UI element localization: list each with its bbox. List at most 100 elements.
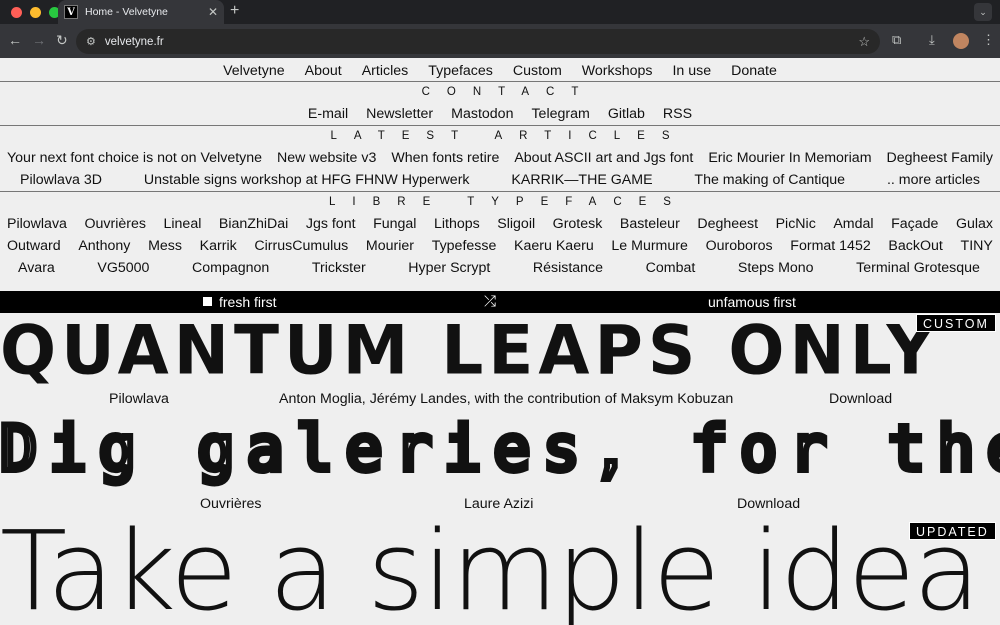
typeface-link[interactable]: Basteleur	[620, 213, 680, 235]
tab-search-icon[interactable]: ⌄	[974, 3, 992, 21]
typeface-link[interactable]: Outward	[7, 235, 61, 257]
typeface-link[interactable]: Lithops	[434, 213, 480, 235]
close-window-button[interactable]	[11, 7, 22, 18]
browser-tab[interactable]: V Home - Velvetyne ✕	[58, 0, 224, 24]
bookmark-star-icon[interactable]: ☆	[858, 34, 870, 50]
close-tab-icon[interactable]: ✕	[208, 5, 218, 19]
contact-link-email[interactable]: E-mail	[308, 103, 348, 125]
typeface-link[interactable]: BackOut	[888, 235, 942, 257]
typeface-link[interactable]: VG5000	[97, 257, 149, 279]
new-tab-icon[interactable]: +	[230, 2, 239, 20]
article-link[interactable]: Your next font choice is not on Velvetyn…	[7, 147, 262, 169]
download-link[interactable]: Download	[737, 496, 800, 512]
url-text[interactable]: velvetyne.fr	[105, 36, 858, 48]
article-link[interactable]: Eric Mourier In Memoriam	[708, 147, 871, 169]
contact-link-gitlab[interactable]: Gitlab	[608, 103, 645, 125]
typeface-link[interactable]: Terminal Grotesque	[856, 257, 980, 279]
typeface-link[interactable]: TINY	[961, 235, 993, 257]
nav-item-donate[interactable]: Donate	[731, 60, 777, 81]
typeface-link[interactable]: Degheest	[697, 213, 758, 235]
shuffle-icon[interactable]: ⤮	[484, 293, 496, 310]
typeface-link[interactable]: Steps Mono	[738, 257, 814, 279]
article-link[interactable]: Degheest Family	[886, 147, 992, 169]
specimen-authors: Laure Azizi	[464, 496, 534, 512]
typeface-link[interactable]: Ouroboros	[706, 235, 773, 257]
fresh-first-toggle[interactable]: fresh first	[203, 294, 277, 310]
contact-links: E-mail Newsletter Mastodon Telegram Gitl…	[0, 103, 1000, 126]
more-articles-link[interactable]: .. more articles	[887, 169, 980, 191]
typeface-link[interactable]: Façade	[891, 213, 938, 235]
specimen-name[interactable]: Ouvrières	[200, 496, 262, 512]
custom-badge: CUSTOM	[916, 314, 996, 332]
unfamous-first-toggle[interactable]: unfamous first	[708, 294, 796, 310]
article-link[interactable]: When fonts retire	[391, 147, 499, 169]
main-nav: Velvetyne About Articles Typefaces Custo…	[0, 58, 1000, 82]
specimen-sample-ouvrieres[interactable]: Dig galeries, for the crown !	[0, 408, 1000, 490]
specimen-authors: Anton Moglia, Jérémy Landes, with the co…	[279, 391, 734, 407]
typeface-link[interactable]: Mess	[148, 235, 182, 257]
sort-filter-bar: fresh first ⤮ unfamous first	[0, 291, 1000, 313]
nav-item-workshops[interactable]: Workshops	[582, 60, 653, 81]
window-controls	[11, 7, 60, 18]
menu-icon[interactable]: ⋮	[982, 32, 995, 48]
typeface-link[interactable]: Lineal	[164, 213, 202, 235]
site-info-icon[interactable]: ⚙	[86, 35, 96, 48]
typeface-link[interactable]: Ouvrières	[84, 213, 146, 235]
nav-item-typefaces[interactable]: Typefaces	[428, 60, 493, 81]
typeface-link[interactable]: Typefesse	[432, 235, 497, 257]
typeface-link[interactable]: Avara	[18, 257, 55, 279]
contact-link-telegram[interactable]: Telegram	[531, 103, 589, 125]
back-icon[interactable]: ←	[8, 32, 22, 48]
typeface-link[interactable]: Hyper Scrypt	[408, 257, 490, 279]
contact-link-mastodon[interactable]: Mastodon	[451, 103, 513, 125]
typeface-link[interactable]: Anthony	[78, 235, 130, 257]
minimize-window-button[interactable]	[30, 7, 41, 18]
checkbox-square-icon	[203, 297, 212, 306]
profile-avatar[interactable]	[953, 33, 969, 49]
nav-item-articles[interactable]: Articles	[362, 60, 409, 81]
browser-chrome: V Home - Velvetyne ✕ + ⌄ ← → ↻ ⚙ velvety…	[0, 0, 1000, 58]
contact-link-newsletter[interactable]: Newsletter	[366, 103, 433, 125]
typeface-link[interactable]: BianZhiDai	[219, 213, 288, 235]
typeface-link[interactable]: PicNic	[776, 213, 816, 235]
contact-heading: CONTACT	[421, 86, 596, 98]
nav-item-velvetyne[interactable]: Velvetyne	[223, 60, 285, 81]
nav-item-about[interactable]: About	[305, 60, 342, 81]
typeface-link[interactable]: Format 1452	[790, 235, 870, 257]
typeface-link[interactable]: Fungal	[373, 213, 416, 235]
download-link[interactable]: Download	[829, 391, 892, 407]
typeface-link[interactable]: Gulax	[956, 213, 993, 235]
specimen-sample-third[interactable]: Take a simple idea	[0, 511, 1000, 625]
article-link[interactable]: Pilowlava 3D	[20, 169, 102, 191]
reload-icon[interactable]: ↻	[56, 32, 68, 49]
typeface-link[interactable]: Mourier	[366, 235, 414, 257]
browser-toolbar: ← → ↻ ⚙ velvetyne.fr ☆ ⧉ ⤓ ⋮	[0, 24, 1000, 58]
typeface-link[interactable]: Sligoil	[497, 213, 535, 235]
contact-link-rss[interactable]: RSS	[663, 103, 692, 125]
forward-icon[interactable]: →	[32, 32, 46, 48]
typeface-link[interactable]: Kaeru Kaeru	[514, 235, 594, 257]
typeface-link[interactable]: Amdal	[833, 213, 873, 235]
nav-item-custom[interactable]: Custom	[513, 60, 562, 81]
article-link[interactable]: About ASCII art and Jgs font	[514, 147, 693, 169]
typeface-link[interactable]: Karrik	[200, 235, 237, 257]
typeface-link[interactable]: Trickster	[312, 257, 366, 279]
extensions-icon[interactable]: ⧉	[892, 32, 901, 48]
article-link[interactable]: The making of Cantique	[694, 169, 845, 191]
nav-item-in-use[interactable]: In use	[672, 60, 711, 81]
typeface-link[interactable]: Compagnon	[192, 257, 269, 279]
specimen-sample-pilowlava[interactable]: QUANTUM LEAPS ONLY	[0, 312, 1000, 390]
typeface-link[interactable]: Résistance	[533, 257, 603, 279]
typeface-link[interactable]: Jgs font	[306, 213, 356, 235]
typeface-link[interactable]: Grotesk	[553, 213, 603, 235]
typeface-link[interactable]: Pilowlava	[7, 213, 67, 235]
article-link[interactable]: KARRIK—THE GAME	[511, 169, 652, 191]
article-link[interactable]: Unstable signs workshop at HFG FHNW Hype…	[144, 169, 470, 191]
typeface-link[interactable]: CirrusCumulus	[254, 235, 348, 257]
specimen-name[interactable]: Pilowlava	[109, 391, 169, 407]
download-icon[interactable]: ⤓	[929, 32, 935, 48]
address-bar[interactable]: ⚙ velvetyne.fr ☆	[76, 29, 880, 54]
typeface-link[interactable]: Le Murmure	[611, 235, 687, 257]
typeface-link[interactable]: Combat	[646, 257, 696, 279]
article-link[interactable]: New website v3	[277, 147, 376, 169]
